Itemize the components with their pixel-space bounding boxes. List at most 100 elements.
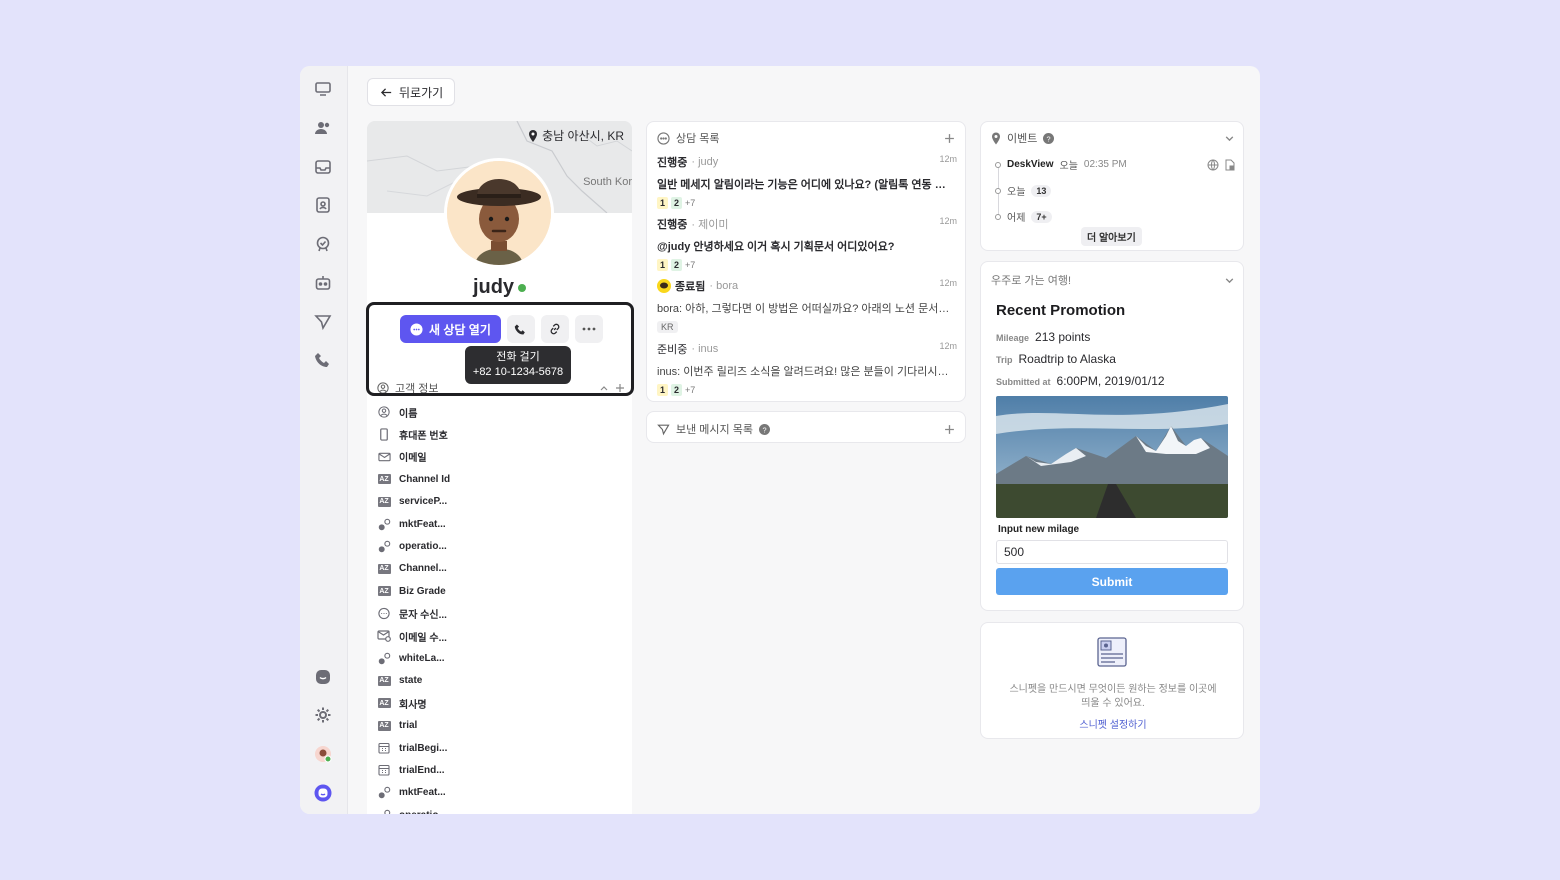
customer-field-row[interactable]: 휴대폰 번호 [377, 423, 450, 445]
customer-field-row[interactable]: AZ Channel Id [377, 468, 450, 490]
promotion-title: Recent Promotion [996, 302, 1126, 319]
snippet-settings-link[interactable]: 스니펫 설정하기 [981, 716, 1245, 731]
event-count: 7+ [1031, 210, 1052, 223]
event-time: 02:35 PM [1083, 159, 1127, 170]
customer-field-label: 문자 수신... [399, 610, 447, 622]
back-button-label: 뒤로가기 [399, 85, 444, 100]
milage-input[interactable]: 500 [996, 540, 1228, 564]
chat-time: 12m [939, 154, 957, 164]
badge-check-icon[interactable] [312, 233, 334, 255]
chat-item[interactable]: 진행중 · 제이미 12m @judy 안녕하세요 이거 혹시 기획문서 어디있어… [657, 216, 957, 271]
users-icon[interactable] [312, 117, 334, 139]
chat-item[interactable]: 진행중 · judy 12m 일반 메세지 알림이라는 기능은 어디에 있나요? … [657, 154, 957, 209]
customer-field-row[interactable]: AZ Biz Grade [377, 580, 450, 602]
event-row[interactable]: DeskView 오늘 02:35 PM [995, 157, 1235, 172]
trip-row: Trip Roadtrip to Alaska [996, 352, 1116, 366]
customer-field-row[interactable]: mktFeat... [377, 513, 450, 535]
event-row[interactable]: 어제 7+ [995, 209, 1052, 224]
customer-field-row[interactable]: AZ state [377, 670, 450, 692]
events-title: 이벤트 [1007, 133, 1038, 145]
customer-field-list: 이름 휴대폰 번호 이메일 AZ Channel Id AZ serviceP... mktF… [377, 401, 450, 814]
boolean-type-icon [377, 808, 391, 814]
customer-name-text: judy [472, 276, 515, 298]
help-icon[interactable]: ? [1043, 132, 1055, 144]
chat-item[interactable]: 종료됨 · bora 12m bora: 아하, 그렇다면 이 방법은 어떠실까요… [657, 278, 957, 333]
customer-field-row[interactable]: 이메일 수... [377, 625, 450, 647]
mileage-key: Mileage [996, 333, 1030, 343]
mail-consent-icon [377, 629, 391, 643]
focus-highlight-box [366, 302, 634, 396]
phone-call-icon[interactable] [312, 349, 334, 371]
customer-field-row[interactable]: 이메일 [377, 446, 450, 468]
chat-badges: 1 2 +7 [657, 197, 957, 209]
chat-badges: 1 2 +7 [657, 259, 957, 271]
event-count: 13 [1031, 184, 1052, 197]
customer-field-row[interactable]: operatio... [377, 535, 450, 557]
kakao-bubble-icon [657, 279, 671, 293]
customer-field-label: 회사명 [399, 699, 427, 711]
chevron-down-icon[interactable] [1224, 275, 1235, 286]
chevron-down-icon[interactable] [1224, 133, 1235, 144]
customer-field-row[interactable]: AZ trial [377, 714, 450, 736]
back-button[interactable]: 뒤로가기 [367, 78, 455, 106]
timeline-dot [995, 213, 1001, 220]
channel-logo-icon[interactable] [312, 782, 334, 804]
contact-card-icon[interactable] [312, 194, 334, 216]
submit-button[interactable]: Submit [996, 568, 1228, 595]
chat-status: 준비중 [657, 344, 688, 356]
customer-field-row[interactable]: 이름 [377, 401, 450, 423]
chat-badges: 1 2 +7 [657, 384, 957, 396]
country-tag: KR [657, 321, 678, 333]
help-icon[interactable]: ? [758, 423, 770, 435]
badge-two: 2 [671, 197, 683, 209]
user-avatar[interactable] [312, 743, 334, 765]
badge-more: +7 [685, 198, 696, 208]
plus-icon[interactable] [944, 424, 955, 435]
send-icon[interactable] [312, 311, 334, 333]
plus-icon[interactable] [944, 133, 955, 144]
snippet-desc-line1: 스니펫을 만드시면 무엇이든 원하는 정보를 이곳에 [1009, 684, 1217, 695]
customer-field-label: 이메일 수... [399, 632, 447, 644]
monitor-icon[interactable] [312, 78, 334, 100]
learn-more-button[interactable]: 더 알아보기 [1081, 227, 1142, 246]
chat-message: bora: 아하, 그렇다면 이 방법은 어떠실까요? 아래의 노션 문서에..… [657, 303, 952, 315]
customer-field-row[interactable]: trialBegi... [377, 737, 450, 759]
chat-time: 12m [939, 341, 957, 351]
customer-field-row[interactable]: trialEnd... [377, 759, 450, 781]
snippet-card: 스니펫을 만드시면 무엇이든 원하는 정보를 이곳에 띄울 수 있어요. 스니펫… [980, 622, 1244, 739]
calendar-icon [377, 741, 391, 755]
chat-message: @judy 안녕하세요 이거 혹시 기획문서 어디있어요? [657, 241, 895, 253]
customer-field-label: 이메일 [399, 453, 427, 465]
inbox-icon[interactable] [312, 156, 334, 178]
customer-profile-panel: 충남 아산시, KR South Kor judy 새 상담 열기 고객 정보 … [367, 121, 632, 814]
document-icon [1225, 159, 1235, 170]
chat-bubble-icon[interactable] [312, 666, 334, 688]
customer-field-label: operatio... [399, 810, 447, 814]
customer-field-row[interactable]: whiteLa... [377, 647, 450, 669]
customer-field-row[interactable]: 문자 수신... [377, 603, 450, 625]
text-type-icon: AZ [377, 675, 391, 686]
event-when: 오늘 [1059, 161, 1078, 172]
chat-item[interactable]: 준비중 · inus 12m inus: 이번주 릴리즈 소식을 알려드려요! 많… [657, 341, 957, 396]
event-name: DeskView [1007, 159, 1054, 170]
customer-field-row[interactable]: AZ serviceP... [377, 491, 450, 513]
sms-consent-icon [377, 607, 391, 621]
chat-outline-icon [657, 131, 670, 145]
trip-key: Trip [996, 355, 1013, 365]
badge-two: 2 [671, 259, 683, 271]
customer-field-row[interactable]: AZ 회사명 [377, 692, 450, 714]
gear-icon[interactable] [312, 704, 334, 726]
boolean-type-icon [377, 651, 391, 665]
mail-icon [377, 450, 391, 464]
text-type-icon: AZ [377, 496, 391, 507]
send-icon [657, 424, 670, 435]
customer-field-row[interactable]: mktFeat... [377, 782, 450, 804]
bot-icon[interactable] [312, 272, 334, 294]
event-row[interactable]: 오늘 13 [995, 183, 1052, 198]
chat-list-header: 상담 목록 [657, 130, 955, 146]
sent-messages-card[interactable]: 보낸 메시지 목록 ? [646, 411, 966, 443]
event-name: 어제 [1007, 213, 1026, 224]
customer-field-row[interactable]: operatio... [377, 804, 450, 814]
customer-field-row[interactable]: AZ Channel... [377, 558, 450, 580]
phone-device-icon [377, 428, 391, 442]
